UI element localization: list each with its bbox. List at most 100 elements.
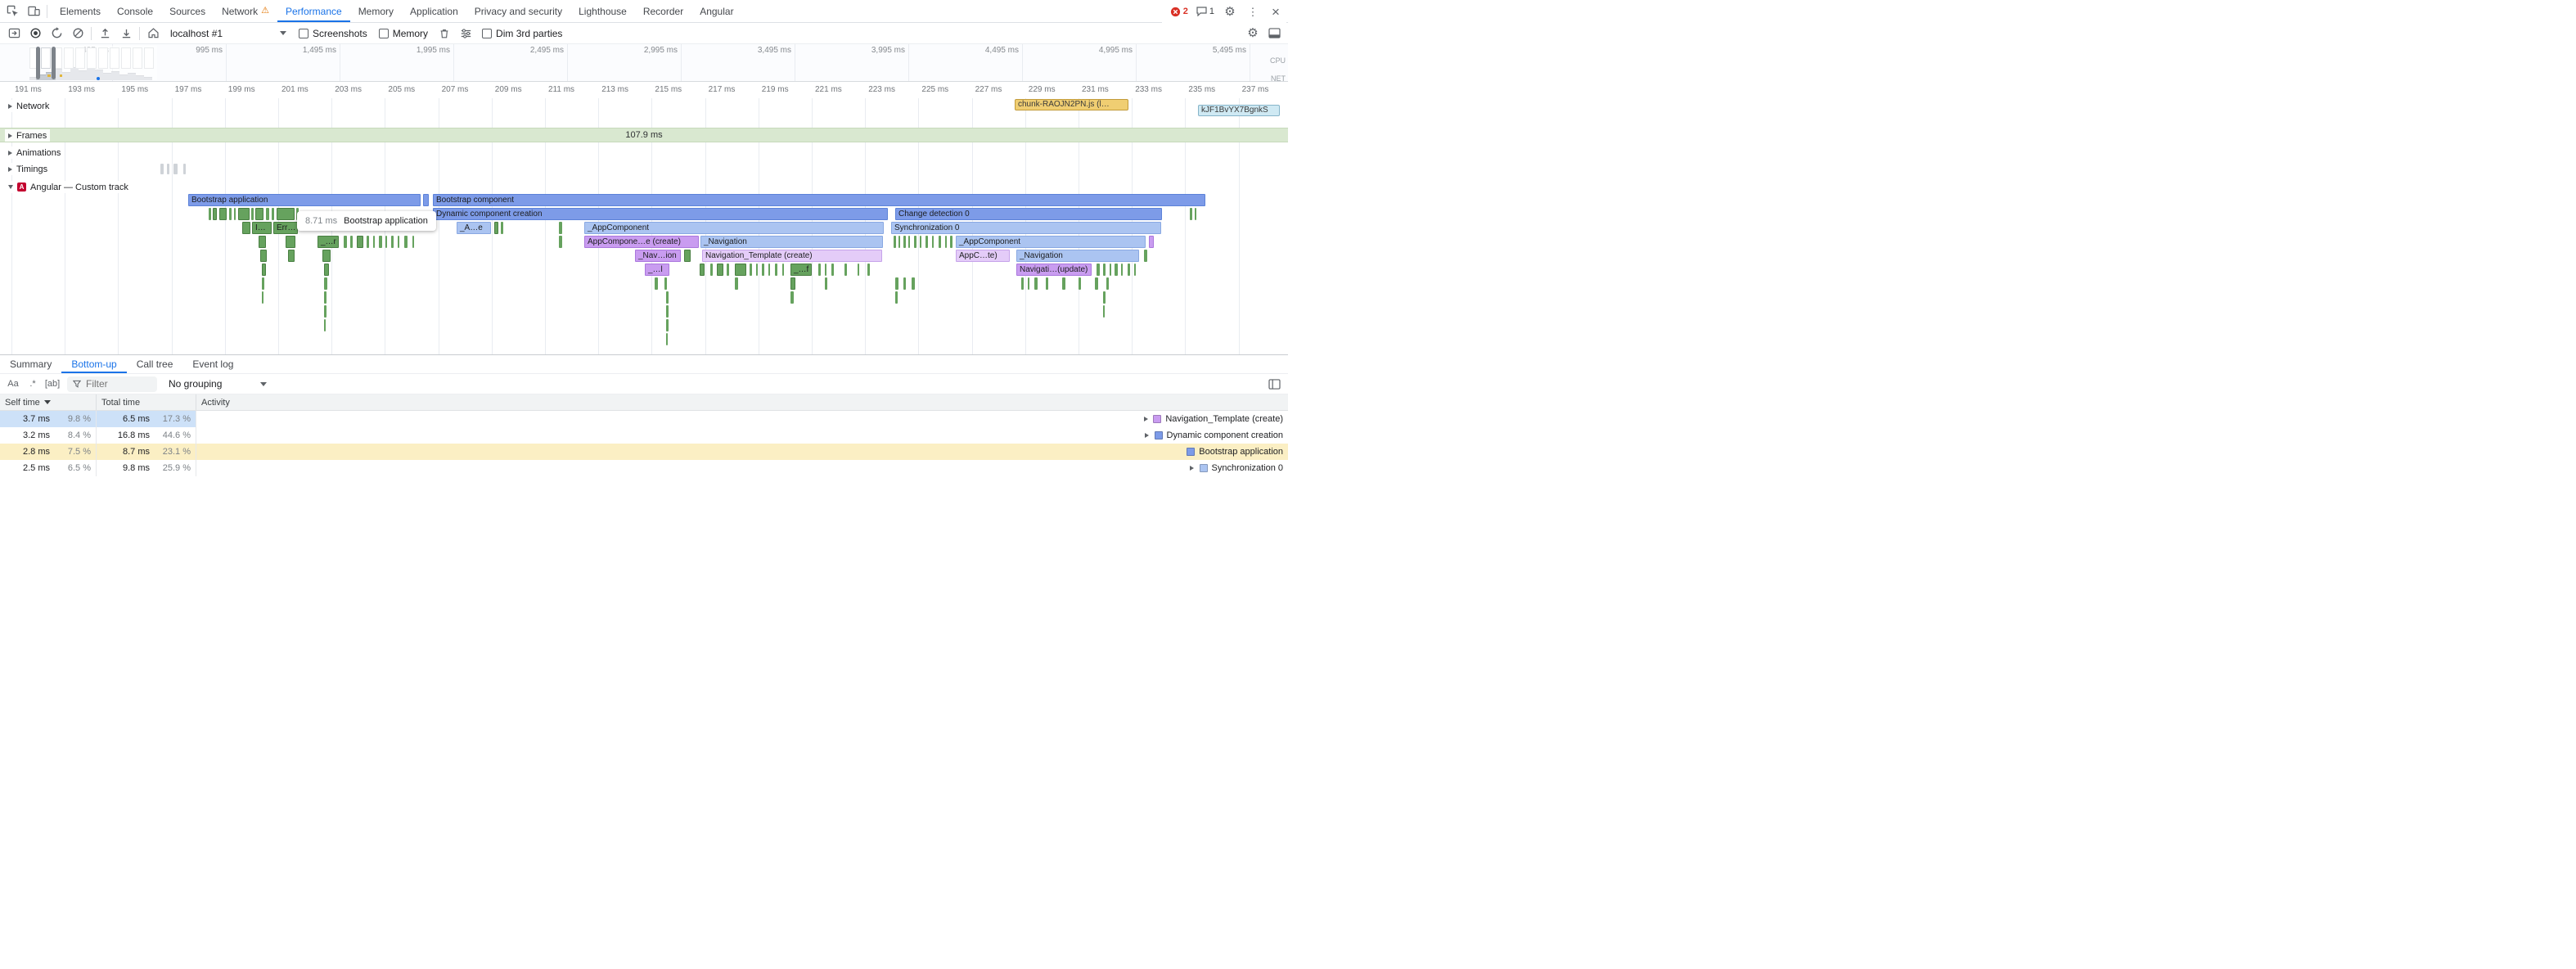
flame-event[interactable] bbox=[920, 236, 921, 248]
selection-handle-left[interactable] bbox=[36, 47, 40, 79]
flame-event[interactable] bbox=[950, 236, 952, 248]
flame-event[interactable] bbox=[844, 264, 847, 276]
table-row-navigation-template-create[interactable]: 3.7 ms9.8 %6.5 ms17.3 %Navigation_Templa… bbox=[0, 411, 1288, 427]
network-request[interactable]: chunk-RAOJN2PN.js (l… bbox=[1015, 99, 1128, 110]
memory-checkbox[interactable]: Memory bbox=[373, 28, 434, 39]
flame-event[interactable] bbox=[895, 291, 898, 304]
capture-settings-gear-icon[interactable]: ⚙ bbox=[1242, 24, 1263, 43]
flame-event[interactable] bbox=[242, 222, 250, 234]
flame-event[interactable] bbox=[818, 264, 821, 276]
flame-event-l[interactable]: _…l bbox=[645, 264, 669, 276]
flame-event[interactable] bbox=[255, 208, 263, 220]
save-profile-icon[interactable] bbox=[115, 24, 137, 43]
flame-event[interactable] bbox=[324, 277, 327, 290]
flame-event[interactable] bbox=[1034, 277, 1038, 290]
flame-event[interactable] bbox=[213, 208, 217, 220]
flame-event[interactable] bbox=[1106, 277, 1109, 290]
home-icon[interactable] bbox=[142, 24, 164, 43]
tab-angular[interactable]: Angular bbox=[691, 0, 741, 22]
flame-event[interactable] bbox=[234, 208, 236, 220]
flame-event-err[interactable]: Err… bbox=[273, 222, 298, 234]
record-icon[interactable] bbox=[25, 24, 46, 43]
regex-icon[interactable]: .* bbox=[23, 376, 43, 392]
flame-event[interactable] bbox=[1103, 291, 1106, 304]
flame-event[interactable] bbox=[1144, 250, 1147, 262]
filter-box[interactable] bbox=[67, 376, 157, 392]
throttling-sliders-icon[interactable] bbox=[455, 24, 476, 43]
grouping-select[interactable]: No grouping bbox=[162, 375, 273, 393]
tab-privacy-and-security[interactable]: Privacy and security bbox=[466, 0, 570, 22]
flame-event-synchronization-0[interactable]: Synchronization 0 bbox=[891, 222, 1161, 234]
column-header-self-time[interactable]: Self time bbox=[0, 394, 97, 410]
tab-console[interactable]: Console bbox=[109, 0, 161, 22]
flame-event[interactable] bbox=[700, 264, 705, 276]
flame-event[interactable] bbox=[412, 236, 414, 248]
flame-event-f[interactable]: _…f bbox=[790, 264, 812, 276]
whole-word-icon[interactable]: [ab] bbox=[43, 376, 62, 392]
flame-event[interactable] bbox=[1103, 264, 1106, 276]
toggle-sidebar-icon[interactable] bbox=[1263, 374, 1285, 394]
flame-event[interactable] bbox=[229, 208, 232, 220]
track-header-network[interactable]: Network bbox=[5, 100, 52, 112]
flame-event[interactable] bbox=[1046, 277, 1048, 290]
flame-event[interactable] bbox=[1149, 236, 1154, 248]
flame-event[interactable] bbox=[914, 236, 916, 248]
flame-event-r[interactable]: _…r bbox=[317, 236, 339, 248]
flame-event[interactable] bbox=[666, 291, 669, 304]
expand-row-icon[interactable] bbox=[1142, 417, 1149, 421]
flame-event-navigation-template-create[interactable]: Navigation_Template (create) bbox=[702, 250, 882, 262]
flame-event-bootstrap-component[interactable]: Bootstrap component bbox=[433, 194, 1205, 206]
flame-event[interactable] bbox=[494, 222, 498, 234]
flame-event-nav-ion[interactable]: _Nav…ion bbox=[635, 250, 681, 262]
flame-event[interactable] bbox=[825, 264, 826, 276]
flame-event[interactable] bbox=[903, 236, 906, 248]
flame-event[interactable] bbox=[775, 264, 777, 276]
tab-sources[interactable]: Sources bbox=[161, 0, 214, 22]
flame-event[interactable] bbox=[373, 236, 375, 248]
flame-event[interactable] bbox=[1128, 264, 1130, 276]
flame-event[interactable] bbox=[1103, 305, 1105, 318]
back-to-live-metrics-icon[interactable] bbox=[3, 24, 25, 43]
flame-event[interactable] bbox=[867, 264, 870, 276]
flame-event[interactable] bbox=[945, 236, 947, 248]
flame-event[interactable] bbox=[501, 222, 503, 234]
column-header-total-time[interactable]: Total time bbox=[97, 394, 196, 410]
flame-event[interactable] bbox=[790, 291, 794, 304]
tab-recorder[interactable]: Recorder bbox=[635, 0, 691, 22]
flame-event-change-detection-0[interactable]: Change detection 0 bbox=[895, 208, 1162, 220]
flame-event[interactable] bbox=[1110, 264, 1111, 276]
flame-event[interactable] bbox=[391, 236, 394, 248]
clear-icon[interactable] bbox=[67, 24, 88, 43]
flame-event[interactable] bbox=[1097, 264, 1100, 276]
flame-event[interactable] bbox=[357, 236, 363, 248]
flame-event[interactable] bbox=[398, 236, 399, 248]
devtools-settings-gear-icon[interactable]: ⚙ bbox=[1219, 2, 1241, 21]
flame-event[interactable] bbox=[1028, 277, 1029, 290]
tab-memory[interactable]: Memory bbox=[350, 0, 402, 22]
flame-event[interactable] bbox=[790, 277, 795, 290]
details-tab-summary[interactable]: Summary bbox=[0, 355, 61, 373]
flame-event[interactable] bbox=[932, 236, 934, 248]
flame-event[interactable] bbox=[350, 236, 353, 248]
flame-event[interactable] bbox=[939, 236, 941, 248]
close-devtools-icon[interactable]: × bbox=[1265, 2, 1286, 21]
device-toolbar-icon[interactable] bbox=[23, 2, 44, 21]
more-options-icon[interactable]: ⋮ bbox=[1242, 2, 1263, 21]
network-request[interactable]: kJF1BvYX7BgnkS bbox=[1198, 105, 1280, 116]
flame-event[interactable] bbox=[324, 291, 327, 304]
flame-event[interactable] bbox=[895, 277, 898, 290]
expand-row-icon[interactable] bbox=[1144, 433, 1151, 438]
record-and-reload-icon[interactable] bbox=[46, 24, 67, 43]
flame-event[interactable] bbox=[831, 264, 834, 276]
flame-event[interactable] bbox=[404, 236, 408, 248]
selection-handle-right[interactable] bbox=[52, 47, 56, 79]
tab-network[interactable]: Network⚠ bbox=[214, 0, 277, 22]
flame-event[interactable] bbox=[1095, 277, 1098, 290]
flame-event[interactable] bbox=[379, 236, 382, 248]
toggle-drawer-icon[interactable] bbox=[1263, 24, 1285, 43]
tab-application[interactable]: Application bbox=[402, 0, 466, 22]
column-header-activity[interactable]: Activity bbox=[196, 394, 1288, 410]
flame-event[interactable] bbox=[286, 236, 295, 248]
tab-elements[interactable]: Elements bbox=[52, 0, 109, 22]
flame-event-dynamic-component-creation[interactable]: Dynamic component creation bbox=[433, 208, 888, 220]
